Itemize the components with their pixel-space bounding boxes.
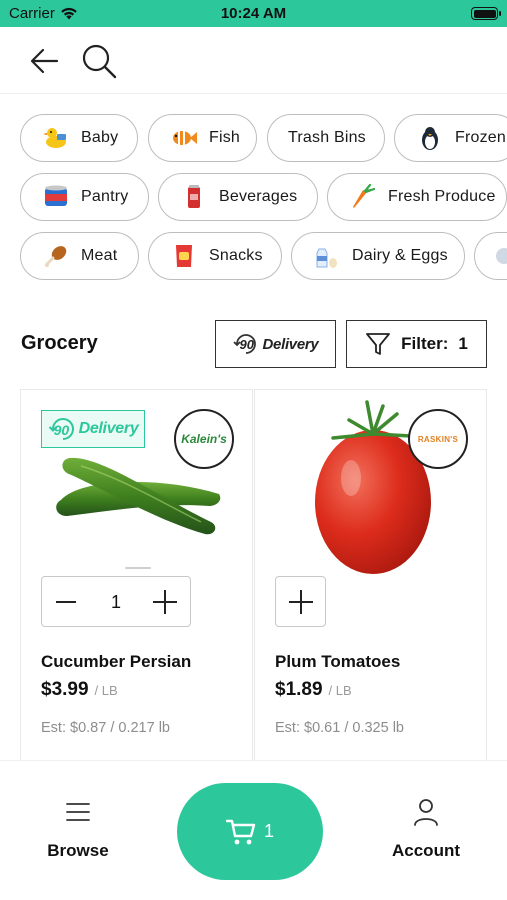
delivery-90-icon: 90 [232,332,259,356]
delivery-minutes: 90 [53,422,70,438]
chip-label: Trash Bins [288,129,366,146]
chip-label: Baby [81,129,119,146]
cart-button[interactable]: 1 [177,783,323,880]
chip-label: Pantry [81,188,129,205]
tab-account[interactable]: Account [376,797,476,861]
category-icon [489,241,507,271]
search-icon[interactable] [80,42,118,80]
chip-label: Fish [209,129,241,146]
product-card-tomatoes[interactable]: RASKIN'S Plum Tomatoes $1.89 / LB Est: $… [254,389,487,760]
store-name: RASKIN'S [417,434,459,444]
chip-snacks[interactable]: Snacks [148,232,282,280]
tab-label: Account [392,841,460,860]
chip-label: Beverages [219,188,298,205]
section-title: Grocery [21,332,98,354]
price-amount: $3.99 [41,679,89,700]
fish-icon [169,123,199,153]
chip-meat[interactable]: Meat [20,232,139,280]
milk-icon [312,241,342,271]
drumstick-icon [41,241,71,271]
product-price: $3.99 / LB [41,679,118,701]
chip-pantry[interactable]: Pantry [20,173,149,221]
chip-label: Dairy & Eggs [352,247,448,264]
add-to-cart-button[interactable] [275,576,326,627]
soda-can-icon [179,182,209,212]
cart-count: 1 [263,821,274,841]
section-header: Grocery 90 Delivery Filter: 1 [0,318,507,370]
delivery-minutes: 90 [239,337,254,352]
chip-partial[interactable] [474,232,507,280]
chip-fish[interactable]: Fish [148,114,257,162]
can-icon [41,182,71,212]
product-name: Cucumber Persian [41,652,192,671]
top-nav [0,27,507,94]
price-estimate: Est: $0.61 / 0.325 lb [275,720,404,736]
cart-icon [225,819,256,844]
chips-bag-icon [169,241,199,271]
filter-label: Filter: [401,334,449,353]
plus-icon [288,589,313,614]
bottom-tab-bar: Browse 1 Account [0,760,507,900]
chip-trash-bins[interactable]: Trash Bins [267,114,385,162]
status-bar: Carrier 10:24 AM [0,0,507,27]
price-unit: / LB [94,683,118,698]
delivery-filter-button[interactable]: 90 Delivery [215,320,336,368]
chip-baby[interactable]: Baby [20,114,138,162]
chip-dairy-eggs[interactable]: Dairy & Eggs [291,232,465,280]
plus-icon[interactable] [152,589,178,615]
filter-icon [366,333,391,355]
chip-label: Snacks [209,247,263,264]
filter-count: 1 [458,334,468,353]
chip-label: Fresh Produce [388,188,496,205]
menu-icon [63,797,93,827]
delivery-label: Delivery [262,335,319,353]
price-unit: / LB [328,683,352,698]
product-card-cucumber[interactable]: 90 Delivery Kalein's 1 Cucumber Persian … [20,389,253,760]
delivery-label: Delivery [78,420,139,437]
image-pager [125,567,151,569]
filter-button[interactable]: Filter: 1 [346,320,487,368]
tab-browse[interactable]: Browse [28,797,128,861]
product-name: Plum Tomatoes [275,652,401,671]
tab-label: Browse [47,841,109,860]
duck-toy-icon [41,123,71,153]
chip-label: Frozen [455,129,506,146]
person-icon [411,797,441,827]
quantity-stepper: 1 [41,576,191,627]
product-price: $1.89 / LB [275,679,352,701]
penguin-icon [415,123,445,153]
chip-fresh-produce[interactable]: Fresh Produce [327,173,507,221]
price-amount: $1.89 [275,679,323,700]
chip-beverages[interactable]: Beverages [158,173,318,221]
carrot-icon [348,182,378,212]
battery-icon [471,7,501,20]
category-chips: Baby Fish Trash Bins Frozen Pantry Bever… [0,94,507,294]
cucumber-image [56,457,221,535]
chip-frozen[interactable]: Frozen [394,114,507,162]
chip-label: Meat [81,247,118,264]
clock: 10:24 AM [220,5,287,22]
price-estimate: Est: $0.87 / 0.217 lb [41,720,170,736]
store-logo: RASKIN'S [408,409,468,469]
arrow-left-icon[interactable] [28,44,62,78]
